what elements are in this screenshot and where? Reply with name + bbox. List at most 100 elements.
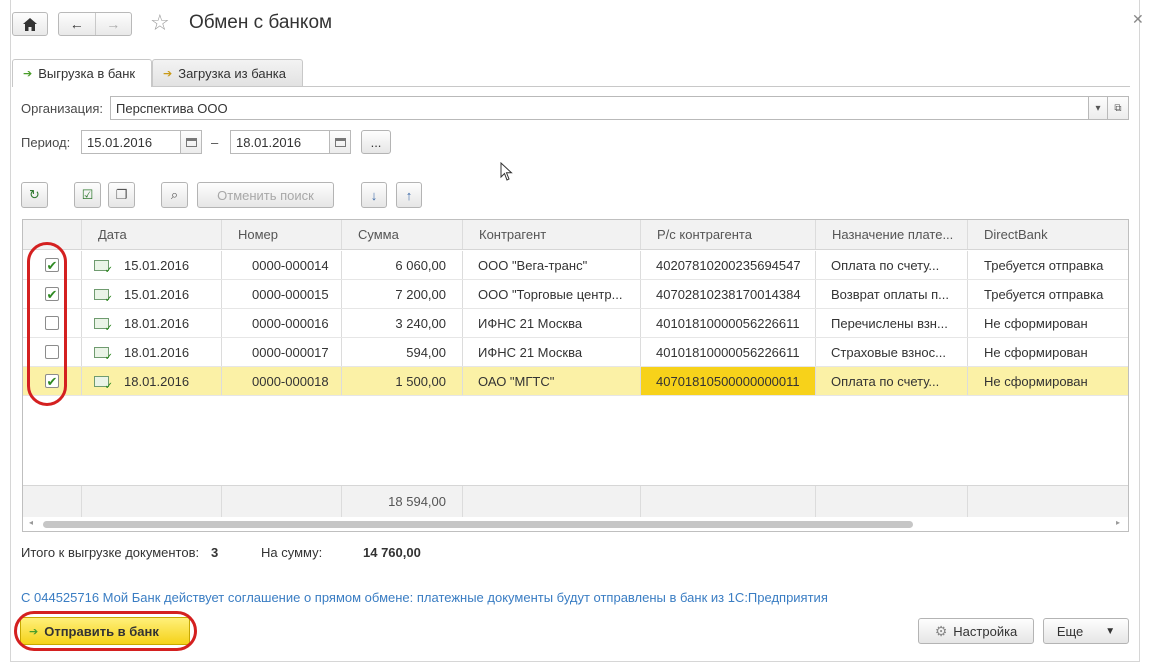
search-icon: ⌕ — [170, 187, 179, 202]
row-account-active-cell[interactable]: 40701810500000000011 — [641, 367, 816, 395]
scrollbar-thumb[interactable] — [43, 521, 913, 528]
row-date: 18.01.2016 — [124, 315, 190, 331]
check-all-button[interactable]: ☑ — [74, 182, 101, 208]
row-status: Требуется отправка — [984, 257, 1104, 273]
table-row[interactable]: ✔ 15.01.2016 0000-000014 6 060,00 ООО "В… — [23, 251, 1128, 280]
row-purpose: Возврат оплаты п... — [816, 280, 968, 308]
search-button[interactable]: ⌕ — [161, 182, 188, 208]
sort-ascending-button[interactable]: ↓ — [361, 182, 387, 208]
row-contractor: ИФНС 21 Москва — [463, 309, 641, 337]
period-to-field[interactable]: 18.01.2016 — [230, 130, 330, 154]
row-status: Не сформирован — [984, 344, 1088, 360]
calendar-icon — [185, 137, 197, 147]
row-account: 40702810238170014384 — [641, 280, 816, 308]
row-sum: 1 500,00 — [342, 367, 463, 395]
row-number: 0000-000014 — [222, 251, 342, 279]
header-purpose[interactable]: Назначение плате... — [816, 220, 968, 249]
row-account: 40207810200235694547 — [641, 251, 816, 279]
gear-icon: ⚙ — [934, 622, 948, 639]
organization-value: Перспектива ООО — [116, 100, 228, 116]
tab-export[interactable]: ➔ Выгрузка в банк — [12, 59, 152, 87]
sum-value: 14 760,00 — [363, 545, 421, 560]
row-status: Требуется отправка — [984, 286, 1104, 302]
tab-import[interactable]: ➔ Загрузка из банка — [152, 59, 303, 86]
table-row[interactable]: ✔ 15.01.2016 0000-000015 7 200,00 ООО "Т… — [23, 280, 1128, 309]
tab-export-label: Выгрузка в банк — [38, 66, 136, 81]
row-sum: 6 060,00 — [342, 251, 463, 279]
open-window-icon: ⧉ — [1114, 102, 1122, 114]
mouse-cursor-icon — [500, 162, 513, 181]
refresh-button[interactable]: ↻ — [21, 182, 48, 208]
export-arrow-icon: ➔ — [23, 68, 33, 80]
check-all-icon: ☑ — [81, 187, 94, 202]
cancel-search-button[interactable]: Отменить поиск — [197, 182, 334, 208]
period-to-calendar-button[interactable] — [329, 130, 351, 154]
back-arrow-icon[interactable]: ← — [59, 13, 95, 35]
settings-button[interactable]: ⚙ Настройка — [918, 618, 1034, 644]
close-icon[interactable]: ✕ — [1132, 11, 1144, 28]
row-sum: 3 240,00 — [342, 309, 463, 337]
header-date[interactable]: Дата — [82, 220, 222, 249]
row-purpose: Оплата по счету... — [816, 367, 968, 395]
row-date: 18.01.2016 — [124, 344, 190, 360]
table-row[interactable]: 18.01.2016 0000-000016 3 240,00 ИФНС 21 … — [23, 309, 1128, 338]
period-from-calendar-button[interactable] — [180, 130, 202, 154]
annotation-oval-send-button — [14, 611, 197, 651]
row-contractor: ООО "Торговые центр... — [463, 280, 641, 308]
uncheck-all-button[interactable]: ❐ — [108, 182, 135, 208]
period-from-value: 15.01.2016 — [87, 134, 153, 150]
row-date: 15.01.2016 — [124, 286, 190, 302]
row-number: 0000-000017 — [222, 338, 342, 366]
annotation-oval-checkboxes — [27, 242, 67, 406]
favorite-star-icon[interactable]: ☆ — [150, 10, 170, 36]
organization-dropdown-button[interactable]: ▾ — [1088, 96, 1108, 120]
more-button[interactable]: Еще ▼ — [1043, 618, 1129, 644]
document-posted-icon — [94, 375, 113, 392]
home-icon — [23, 17, 37, 31]
row-number: 0000-000018 — [222, 367, 342, 395]
table-footer: 18 594,00 — [23, 485, 1128, 517]
tab-divider — [12, 86, 1130, 87]
horizontal-scrollbar[interactable]: ◂ ▸ — [23, 518, 1128, 531]
document-posted-icon — [94, 317, 113, 334]
forward-arrow-icon[interactable]: → — [96, 13, 132, 35]
row-account: 40101810000056226611 — [641, 309, 816, 337]
uncheck-all-icon: ❐ — [115, 187, 128, 202]
docs-count-label: Итого к выгрузке документов: — [21, 545, 200, 560]
row-date: 18.01.2016 — [124, 373, 190, 389]
table-row[interactable]: 18.01.2016 0000-000017 594,00 ИФНС 21 Мо… — [23, 338, 1128, 367]
period-label: Период: — [21, 135, 71, 150]
row-account: 40101810000056226611 — [641, 338, 816, 366]
table-row-selected[interactable]: ✔ 18.01.2016 0000-000018 1 500,00 ОАО "М… — [23, 367, 1128, 396]
document-posted-icon — [94, 288, 113, 305]
row-status: Не сформирован — [984, 315, 1088, 331]
organization-field[interactable]: Перспектива ООО — [110, 96, 1089, 120]
period-from-field[interactable]: 15.01.2016 — [81, 130, 181, 154]
scroll-right-icon[interactable]: ▸ — [1116, 518, 1120, 527]
home-button[interactable] — [12, 12, 48, 36]
table-header: Дата Номер Сумма Контрагент Р/с контраге… — [23, 220, 1128, 250]
documents-table: Дата Номер Сумма Контрагент Р/с контраге… — [22, 219, 1129, 532]
sort-ascending-icon: ↓ — [370, 187, 378, 203]
period-to-value: 18.01.2016 — [236, 134, 302, 150]
header-sum[interactable]: Сумма — [342, 220, 463, 249]
chevron-down-icon: ▼ — [1105, 625, 1116, 637]
header-directbank[interactable]: DirectBank — [968, 220, 1128, 249]
row-status: Не сформирован — [984, 373, 1088, 389]
header-account[interactable]: Р/с контрагента — [641, 220, 816, 249]
sum-label: На сумму: — [261, 545, 323, 560]
period-select-button[interactable]: ... — [361, 130, 391, 154]
chevron-down-icon: ▾ — [1095, 102, 1101, 114]
organization-open-button[interactable]: ⧉ — [1107, 96, 1129, 120]
header-contractor[interactable]: Контрагент — [463, 220, 641, 249]
row-contractor: ИФНС 21 Москва — [463, 338, 641, 366]
scroll-left-icon[interactable]: ◂ — [29, 518, 33, 527]
organization-label: Организация: — [21, 101, 104, 116]
document-posted-icon — [94, 259, 113, 276]
row-number: 0000-000015 — [222, 280, 342, 308]
refresh-icon: ↻ — [29, 187, 40, 202]
more-label: Еще — [1056, 623, 1084, 639]
row-sum: 7 200,00 — [342, 280, 463, 308]
header-number[interactable]: Номер — [222, 220, 342, 249]
sort-descending-button[interactable]: ↑ — [396, 182, 422, 208]
